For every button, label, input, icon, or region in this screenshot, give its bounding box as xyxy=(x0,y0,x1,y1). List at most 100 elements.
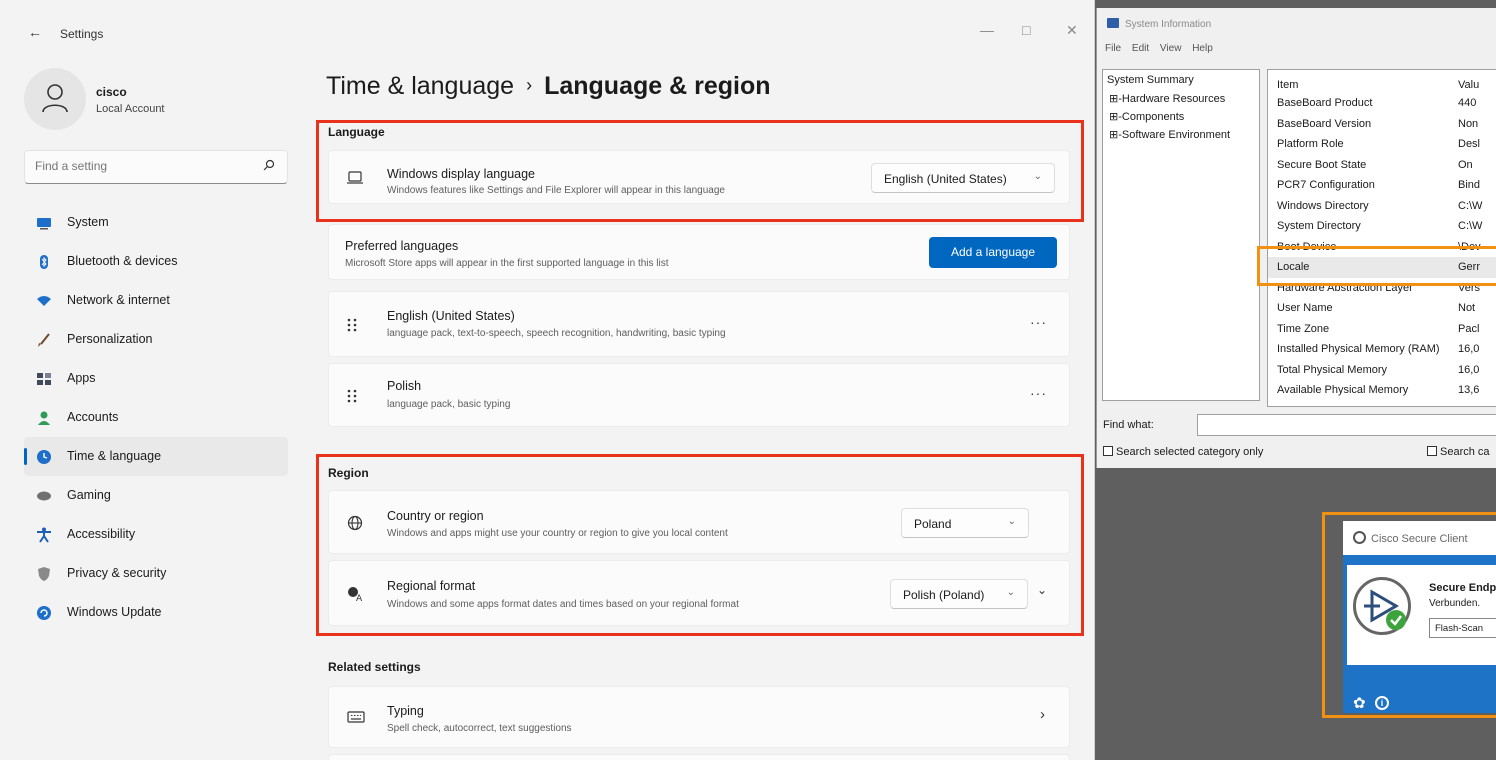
typing-subtitle: Spell check, autocorrect, text suggestio… xyxy=(387,723,572,734)
table-row[interactable]: Available Physical Memory 13,6 xyxy=(1268,380,1496,401)
menu-edit[interactable]: Edit xyxy=(1132,43,1149,54)
checkbox-box[interactable] xyxy=(1103,446,1113,456)
sysinfo-app-icon xyxy=(1107,18,1119,28)
sidebar-item-network[interactable]: Network & internet xyxy=(24,281,288,320)
find-input[interactable] xyxy=(1197,414,1496,436)
table-row[interactable]: Secure Boot State On xyxy=(1268,155,1496,176)
sidebar-item-label: Gaming xyxy=(67,488,111,502)
sidebar-item-accounts[interactable]: Accounts xyxy=(24,398,288,437)
sidebar-item-system[interactable]: System xyxy=(24,203,288,242)
category-tree: System Summary ⊞-Hardware Resources ⊞-Co… xyxy=(1102,69,1260,401)
next-card[interactable] xyxy=(328,754,1070,760)
sidebar-item-apps[interactable]: Apps xyxy=(24,359,288,398)
language-features: language pack, basic typing xyxy=(387,399,511,410)
row-item: Windows Directory xyxy=(1277,199,1369,212)
breadcrumb-current: Language & region xyxy=(544,72,771,100)
add-language-button[interactable]: Add a language xyxy=(929,237,1057,268)
drag-handle-icon[interactable] xyxy=(347,389,357,403)
table-row[interactable]: BaseBoard Product 440 xyxy=(1268,93,1496,114)
sidebar-item-label: System xyxy=(67,215,109,229)
more-options-icon[interactable]: ··· xyxy=(1030,314,1047,330)
sidebar-item-label: Accessibility xyxy=(67,527,136,541)
table-row[interactable]: User Name Not xyxy=(1268,298,1496,319)
row-value: Not xyxy=(1458,302,1476,314)
checkbox-box[interactable] xyxy=(1427,446,1437,456)
expand-icon[interactable]: ⊞- xyxy=(1109,111,1122,123)
row-item: BaseBoard Product xyxy=(1277,97,1373,109)
row-value: Bind xyxy=(1458,179,1481,191)
breadcrumb-parent[interactable]: Time & language xyxy=(326,72,514,100)
row-item: Secure Boot State xyxy=(1277,158,1367,171)
sidebar-item-bluetooth[interactable]: Bluetooth & devices xyxy=(24,242,288,281)
column-header-value[interactable]: Valu xyxy=(1458,79,1479,91)
language-title: Polish xyxy=(387,379,422,393)
table-row[interactable]: Installed Physical Memory (RAM) 16,0 xyxy=(1268,339,1496,360)
row-value: 16,0 xyxy=(1458,363,1480,376)
row-item: PCR7 Configuration xyxy=(1277,179,1375,191)
sidebar-item-accessibility[interactable]: Accessibility xyxy=(24,515,288,554)
app-title: Settings xyxy=(60,27,104,41)
row-value: 13,6 xyxy=(1458,384,1480,396)
sidebar-item-time-language[interactable]: Time & language xyxy=(24,437,288,476)
search-input[interactable] xyxy=(35,159,245,173)
menu-view[interactable]: View xyxy=(1160,43,1182,54)
table-row[interactable]: Platform Role Desl xyxy=(1268,134,1496,155)
row-item: BaseBoard Version xyxy=(1277,117,1372,130)
table-row[interactable]: PCR7 Configuration Bind xyxy=(1268,175,1496,196)
back-arrow-icon[interactable]: ← xyxy=(28,24,42,40)
row-item: System Directory xyxy=(1277,220,1361,232)
row-item: Total Physical Memory xyxy=(1277,363,1388,376)
sidebar-nav: System Bluetooth & devices Network & int… xyxy=(24,203,288,632)
tree-item-software[interactable]: ⊞-Software Environment xyxy=(1109,128,1230,141)
checkbox-label: Search ca xyxy=(1440,446,1490,458)
expand-icon[interactable]: ⊞- xyxy=(1109,93,1122,105)
sidebar-item-windows-update[interactable]: Windows Update xyxy=(24,593,288,632)
row-value: 440 xyxy=(1458,97,1477,109)
row-value: Pacl xyxy=(1458,322,1480,335)
menu-file[interactable]: File xyxy=(1105,43,1121,54)
update-icon xyxy=(37,606,51,620)
table-row[interactable]: Time Zone Pacl xyxy=(1268,319,1496,340)
table-row[interactable]: Windows Directory C:\W xyxy=(1268,196,1496,217)
column-header-item[interactable]: Item xyxy=(1277,79,1298,91)
accessibility-icon xyxy=(37,527,51,543)
language-item-english[interactable]: English (United States) language pack, t… xyxy=(328,291,1070,357)
drag-handle-icon[interactable] xyxy=(347,318,357,332)
tree-item-label: Components xyxy=(1121,111,1185,123)
search-names-checkbox[interactable]: Search ca xyxy=(1427,446,1490,458)
menu-help[interactable]: Help xyxy=(1192,43,1213,54)
more-options-icon[interactable]: ··· xyxy=(1030,385,1047,401)
close-icon[interactable]: ✕ xyxy=(1066,22,1078,39)
table-row[interactable]: BaseBoard Version Non xyxy=(1268,114,1496,135)
sysinfo-table: Item Valu BaseBoard Product 440 BaseBoard… xyxy=(1267,69,1496,407)
tree-item-components[interactable]: ⊞-Components xyxy=(1109,110,1184,123)
apps-icon xyxy=(37,373,51,385)
row-item: Time Zone xyxy=(1277,322,1330,335)
language-highlight-box xyxy=(316,120,1084,222)
tree-item-system-summary[interactable]: System Summary xyxy=(1107,74,1194,86)
tree-item-hardware[interactable]: ⊞-Hardware Resources xyxy=(1109,92,1225,105)
sidebar-item-personalization[interactable]: Personalization xyxy=(24,320,288,359)
maximize-icon[interactable]: □ xyxy=(1022,22,1030,38)
typing-card[interactable]: Typing Spell check, autocorrect, text su… xyxy=(328,686,1070,748)
expand-icon[interactable]: ⊞- xyxy=(1109,129,1122,141)
row-value: C:\W xyxy=(1458,220,1483,232)
keyboard-icon xyxy=(347,711,365,723)
language-title: English (United States) xyxy=(387,309,515,323)
search-box[interactable] xyxy=(24,150,288,184)
sidebar-item-gaming[interactable]: Gaming xyxy=(24,476,288,515)
user-icon xyxy=(42,84,68,113)
table-row[interactable]: Total Physical Memory 16,0 xyxy=(1268,360,1496,381)
sidebar-item-label: Time & language xyxy=(67,449,162,463)
account-type: Local Account xyxy=(96,103,165,115)
user-profile[interactable]: cisco Local Account xyxy=(24,68,284,132)
checkbox-label: Search selected category only xyxy=(1116,446,1264,458)
table-row[interactable]: System Directory C:\W xyxy=(1268,216,1496,237)
language-item-polish[interactable]: Polish language pack, basic typing ··· xyxy=(328,363,1070,427)
row-item: User Name xyxy=(1277,302,1333,314)
sidebar-item-label: Windows Update xyxy=(67,605,162,619)
minimize-icon[interactable]: — xyxy=(980,22,994,38)
search-selected-checkbox[interactable]: Search selected category only xyxy=(1103,446,1263,458)
sidebar-item-privacy[interactable]: Privacy & security xyxy=(24,554,288,593)
title-bar: ← Settings — □ ✕ xyxy=(0,14,1094,54)
